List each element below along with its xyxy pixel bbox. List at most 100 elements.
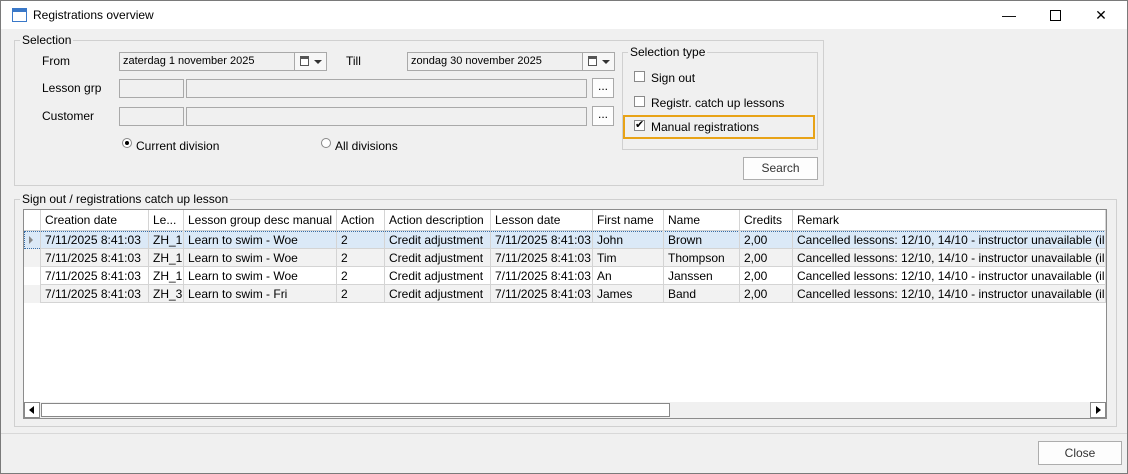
minimize-icon[interactable]: — bbox=[986, 1, 1032, 29]
row-indicator bbox=[24, 285, 41, 303]
column-header-remark[interactable]: Remark bbox=[793, 210, 1106, 230]
lesson-grp-desc-field[interactable] bbox=[186, 79, 587, 98]
selection-type-label: Selection type bbox=[628, 45, 708, 59]
cell-lesson-group: ZH_1 bbox=[149, 267, 184, 285]
cell-remark: Cancelled lessons: 12/10, 14/10 - instru… bbox=[793, 231, 1106, 249]
chevron-down-icon bbox=[602, 60, 610, 64]
scrollbar-thumb[interactable] bbox=[41, 403, 670, 417]
cell-lesson-group-desc: Learn to swim - Fri bbox=[184, 285, 337, 303]
cell-first-name: Tim bbox=[593, 249, 664, 267]
selection-group-label: Selection bbox=[20, 33, 74, 47]
cell-lesson-date: 7/11/2025 8:41:03 bbox=[491, 285, 593, 303]
row-indicator bbox=[24, 231, 41, 249]
current-division-label: Current division bbox=[136, 139, 220, 153]
cell-creation-date: 7/11/2025 8:41:03 bbox=[41, 231, 149, 249]
cell-lesson-date: 7/11/2025 8:41:03 bbox=[491, 249, 593, 267]
cell-action-description: Credit adjustment bbox=[385, 249, 491, 267]
from-date-field[interactable]: zaterdag 1 november 2025 bbox=[119, 52, 295, 71]
column-header-first-name[interactable]: First name bbox=[593, 210, 664, 230]
till-date-field[interactable]: zondag 30 november 2025 bbox=[407, 52, 583, 71]
cell-credits: 2,00 bbox=[740, 231, 793, 249]
horizontal-scrollbar[interactable] bbox=[24, 402, 1106, 418]
current-division-radio[interactable] bbox=[122, 138, 132, 148]
cell-first-name: James bbox=[593, 285, 664, 303]
from-label: From bbox=[42, 54, 70, 68]
column-header-action-description[interactable]: Action description bbox=[385, 210, 491, 230]
cell-first-name: John bbox=[593, 231, 664, 249]
cell-credits: 2,00 bbox=[740, 285, 793, 303]
cell-action: 2 bbox=[337, 231, 385, 249]
customer-browse-button[interactable]: ... bbox=[592, 106, 614, 126]
sign-out-label: Sign out bbox=[651, 71, 696, 85]
cell-name: Brown bbox=[664, 231, 740, 249]
calendar-icon bbox=[588, 56, 597, 66]
column-header-lesson-group[interactable]: Le... bbox=[149, 210, 184, 230]
catch-up-label: Registr. catch up lessons bbox=[651, 96, 785, 110]
maximize-icon[interactable] bbox=[1032, 1, 1078, 29]
header-indicator bbox=[24, 210, 41, 230]
cell-lesson-group-desc: Learn to swim - Woe bbox=[184, 231, 337, 249]
manual-registrations-checkbox[interactable]: ✔ bbox=[634, 120, 645, 131]
cell-lesson-date: 7/11/2025 8:41:03 bbox=[491, 231, 593, 249]
search-button[interactable]: Search bbox=[743, 157, 818, 180]
column-header-name[interactable]: Name bbox=[664, 210, 740, 230]
cell-name: Band bbox=[664, 285, 740, 303]
close-button[interactable]: Close bbox=[1038, 441, 1122, 465]
cell-action-description: Credit adjustment bbox=[385, 267, 491, 285]
table-row[interactable]: 7/11/2025 8:41:03 ZH_3 Learn to swim - F… bbox=[24, 285, 1106, 303]
close-icon[interactable]: ✕ bbox=[1078, 1, 1124, 29]
cell-creation-date: 7/11/2025 8:41:03 bbox=[41, 267, 149, 285]
all-divisions-label: All divisions bbox=[335, 139, 398, 153]
row-indicator bbox=[24, 267, 41, 285]
cell-creation-date: 7/11/2025 8:41:03 bbox=[41, 249, 149, 267]
cell-action-description: Credit adjustment bbox=[385, 231, 491, 249]
column-header-lesson-group-desc[interactable]: Lesson group desc manual bbox=[184, 210, 337, 230]
till-date-picker-button[interactable] bbox=[582, 52, 615, 71]
customer-code-field[interactable] bbox=[119, 107, 184, 126]
cell-credits: 2,00 bbox=[740, 267, 793, 285]
column-header-lesson-date[interactable]: Lesson date bbox=[491, 210, 593, 230]
scroll-right-icon[interactable] bbox=[1090, 402, 1106, 418]
lesson-grp-browse-button[interactable]: ... bbox=[592, 78, 614, 98]
catch-up-checkbox[interactable] bbox=[634, 96, 645, 107]
window-title: Registrations overview bbox=[33, 8, 154, 22]
title-bar: Registrations overview — ✕ bbox=[1, 1, 1127, 29]
footer-divider bbox=[1, 433, 1127, 434]
cell-lesson-date: 7/11/2025 8:41:03 bbox=[491, 267, 593, 285]
scroll-left-icon[interactable] bbox=[24, 402, 40, 418]
cell-action-description: Credit adjustment bbox=[385, 285, 491, 303]
row-indicator bbox=[24, 249, 41, 267]
cell-lesson-group-desc: Learn to swim - Woe bbox=[184, 249, 337, 267]
column-header-credits[interactable]: Credits bbox=[740, 210, 793, 230]
grid-header: Creation date Le... Lesson group desc ma… bbox=[24, 210, 1106, 231]
column-header-action[interactable]: Action bbox=[337, 210, 385, 230]
table-row[interactable]: 7/11/2025 8:41:03 ZH_1 Learn to swim - W… bbox=[24, 231, 1106, 249]
cell-creation-date: 7/11/2025 8:41:03 bbox=[41, 285, 149, 303]
column-header-creation-date[interactable]: Creation date bbox=[41, 210, 149, 230]
cell-name: Thompson bbox=[664, 249, 740, 267]
grid-group-label: Sign out / registrations catch up lesson bbox=[20, 192, 231, 206]
cell-name: Janssen bbox=[664, 267, 740, 285]
table-row[interactable]: 7/11/2025 8:41:03 ZH_1 Learn to swim - W… bbox=[24, 249, 1106, 267]
customer-label: Customer bbox=[42, 109, 95, 123]
row-pointer-icon bbox=[29, 236, 33, 244]
cell-lesson-group: ZH_1 bbox=[149, 231, 184, 249]
chevron-down-icon bbox=[314, 60, 322, 64]
registrations-window: Registrations overview — ✕ Selection Fro… bbox=[0, 0, 1128, 474]
from-date-picker-button[interactable] bbox=[294, 52, 327, 71]
registrations-grid[interactable]: Creation date Le... Lesson group desc ma… bbox=[23, 209, 1107, 419]
sign-out-checkbox[interactable] bbox=[634, 71, 645, 82]
lesson-grp-code-field[interactable] bbox=[119, 79, 184, 98]
cell-remark: Cancelled lessons: 12/10, 14/10 - instru… bbox=[793, 249, 1106, 267]
till-label: Till bbox=[346, 54, 361, 68]
all-divisions-radio[interactable] bbox=[321, 138, 331, 148]
cell-first-name: An bbox=[593, 267, 664, 285]
table-row[interactable]: 7/11/2025 8:41:03 ZH_1 Learn to swim - W… bbox=[24, 267, 1106, 285]
customer-name-field[interactable] bbox=[186, 107, 587, 126]
cell-action: 2 bbox=[337, 249, 385, 267]
cell-credits: 2,00 bbox=[740, 249, 793, 267]
lesson-grp-label: Lesson grp bbox=[42, 81, 102, 95]
cell-lesson-group-desc: Learn to swim - Woe bbox=[184, 267, 337, 285]
window-app-icon bbox=[12, 8, 27, 22]
cell-lesson-group: ZH_3 bbox=[149, 285, 184, 303]
